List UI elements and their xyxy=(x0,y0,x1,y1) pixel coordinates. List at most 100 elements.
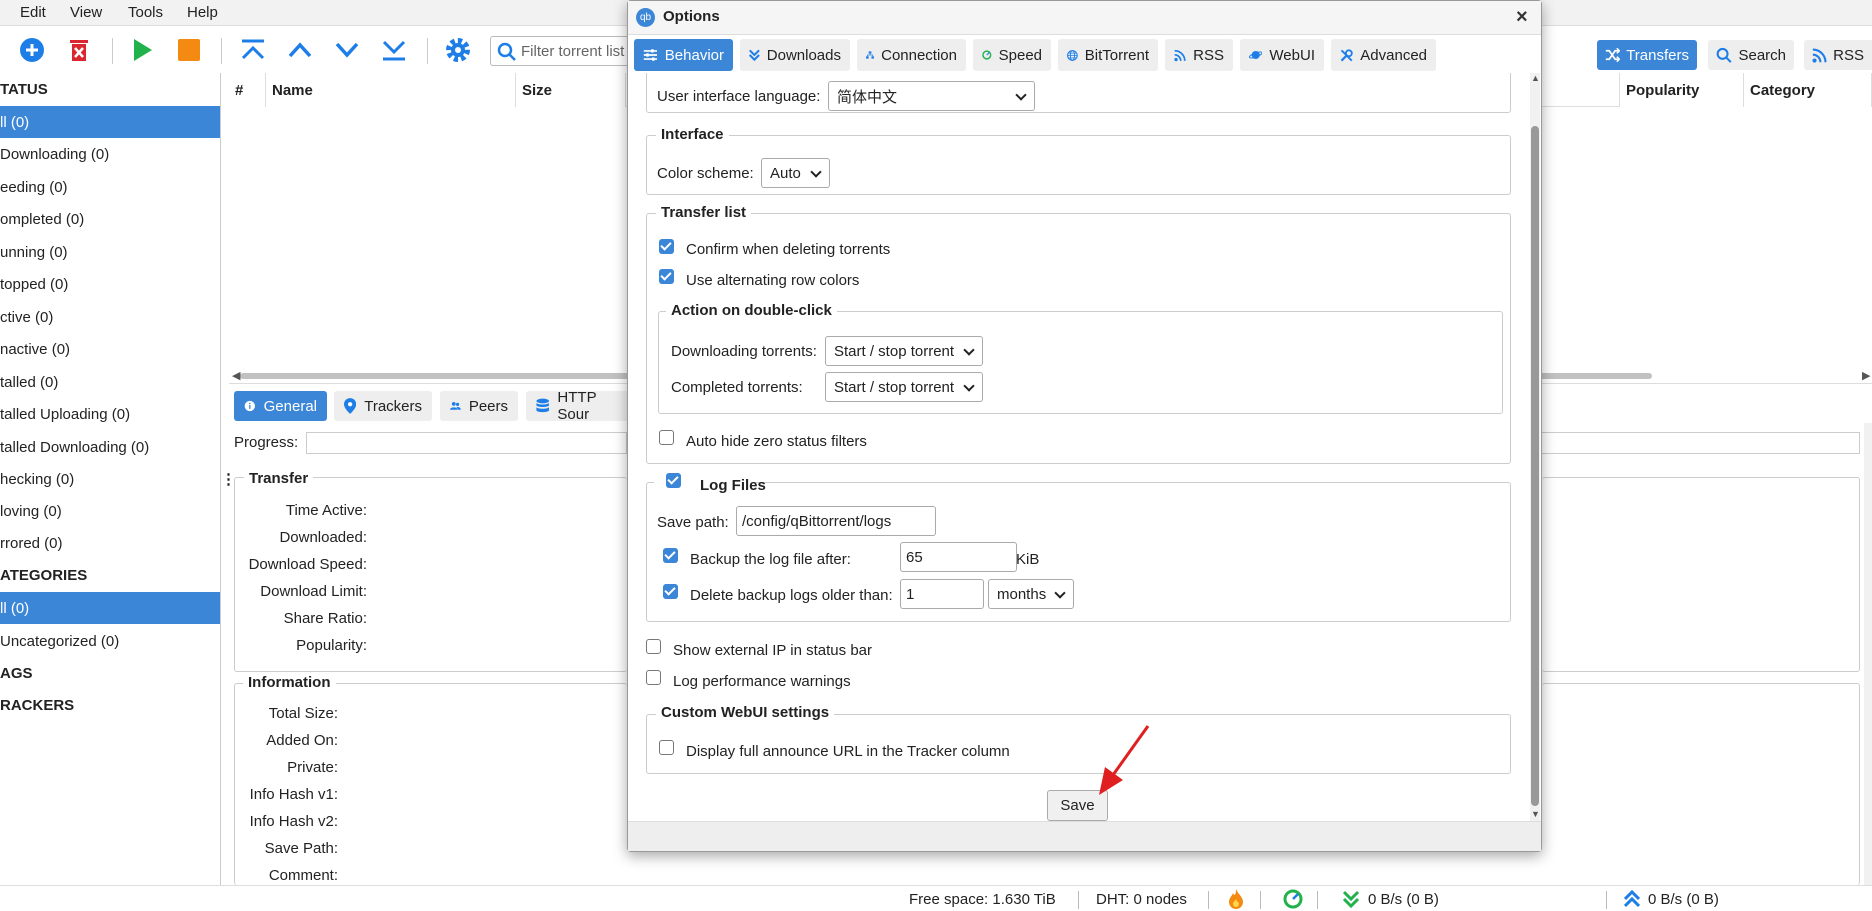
downloading-action-select[interactable]: Start / stop torrent xyxy=(825,336,983,366)
filter-input[interactable]: Filter torrent list xyxy=(490,36,630,66)
auto-hide-checkbox[interactable] xyxy=(659,430,674,445)
sidebar-item-completed[interactable]: ompleted (0) xyxy=(0,203,220,235)
status-bar: Free space: 1.630 TiB DHT: 0 nodes 0 B/s… xyxy=(0,885,1872,911)
sidebar-item-stopped[interactable]: topped (0) xyxy=(0,268,220,300)
log-save-path-input[interactable]: /config/qBittorrent/logs xyxy=(736,506,936,536)
alt-speed-icon[interactable] xyxy=(1228,889,1244,911)
speed-limit-icon[interactable] xyxy=(1283,889,1303,911)
dialog-tab-speed[interactable]: Speed xyxy=(973,39,1051,71)
delete-backup-age-input[interactable]: 1 xyxy=(900,579,984,609)
language-select[interactable]: 简体中文 xyxy=(828,81,1035,111)
add-torrent-button[interactable] xyxy=(18,36,46,64)
scroll-up-icon[interactable]: ▲ xyxy=(1531,73,1540,83)
sidebar-item-all[interactable]: ll (0) xyxy=(0,106,220,138)
dht-text: DHT: 0 nodes xyxy=(1096,891,1187,908)
sidebar-category-all[interactable]: ll (0) xyxy=(0,592,220,624)
delete-backup-label[interactable]: Delete backup logs older than: xyxy=(690,587,893,604)
log-performance-label[interactable]: Log performance warnings xyxy=(673,673,851,690)
full-announce-label[interactable]: Display full announce URL in the Tracker… xyxy=(686,743,1010,760)
dialog-tab-advanced[interactable]: Advanced xyxy=(1331,39,1436,71)
sidebar-item-checking[interactable]: hecking (0) xyxy=(0,463,220,495)
dialog-tab-behavior[interactable]: Behavior xyxy=(634,39,733,71)
dialog-tab-connection[interactable]: Connection xyxy=(857,39,966,71)
free-space-text: Free space: 1.630 TiB xyxy=(909,891,1056,908)
scroll-right-icon[interactable]: ▶ xyxy=(1862,369,1870,382)
backup-log-checkbox[interactable] xyxy=(663,548,678,563)
stop-button[interactable] xyxy=(175,36,203,64)
move-up-button[interactable] xyxy=(286,36,314,64)
alternating-rows-label[interactable]: Use alternating row colors xyxy=(686,272,859,289)
column-size[interactable]: Size xyxy=(516,73,626,107)
column-name[interactable]: Name xyxy=(266,73,516,107)
log-files-legend[interactable]: Log Files xyxy=(700,477,766,494)
completed-torrents-label: Completed torrents: xyxy=(671,379,803,396)
dialog-tab-webui[interactable]: WebUI xyxy=(1240,39,1324,71)
sidebar-item-errored[interactable]: rrored (0) xyxy=(0,527,220,559)
sidebar-trackers-header[interactable]: RACKERS xyxy=(0,689,220,721)
auto-hide-label[interactable]: Auto hide zero status filters xyxy=(686,433,867,450)
panel-tab-http-sources[interactable]: HTTP Sour xyxy=(526,389,630,423)
menu-edit[interactable]: Edit xyxy=(20,4,46,21)
dialog-tab-downloads[interactable]: Downloads xyxy=(740,39,850,71)
full-announce-checkbox[interactable] xyxy=(659,740,674,755)
log-performance-checkbox[interactable] xyxy=(646,670,661,685)
information-fieldset-right xyxy=(1542,683,1860,885)
dialog-scrollbar-thumb[interactable] xyxy=(1531,126,1539,806)
sidebar-item-downloading[interactable]: Downloading (0) xyxy=(0,138,220,170)
delete-backup-checkbox[interactable] xyxy=(663,584,678,599)
start-button[interactable] xyxy=(128,36,156,64)
options-button[interactable] xyxy=(444,36,472,64)
backup-size-input[interactable]: 65 xyxy=(900,542,1017,572)
sidebar-item-stalled[interactable]: talled (0) xyxy=(0,366,220,398)
tab-rss[interactable]: RSS xyxy=(1804,40,1872,70)
sidebar-item-running[interactable]: unning (0) xyxy=(0,236,220,268)
double-click-fieldset xyxy=(658,311,1503,414)
dialog-tab-rss[interactable]: RSS xyxy=(1165,39,1233,71)
status-separator xyxy=(1208,891,1209,909)
move-down-button[interactable] xyxy=(333,36,361,64)
alternating-rows-checkbox[interactable] xyxy=(659,269,674,284)
menu-view[interactable]: View xyxy=(70,4,102,21)
panel-scrollbar[interactable] xyxy=(1864,423,1872,885)
sidebar-tags-header[interactable]: AGS xyxy=(0,657,220,689)
delete-torrent-button[interactable] xyxy=(65,36,93,64)
sidebar-item-seeding[interactable]: eeding (0) xyxy=(0,171,220,203)
show-external-ip-checkbox[interactable] xyxy=(646,639,661,654)
column-popularity[interactable]: Popularity xyxy=(1619,73,1744,107)
completed-action-select[interactable]: Start / stop torrent xyxy=(825,372,983,402)
sidebar-item-stalled-uploading[interactable]: talled Uploading (0) xyxy=(0,398,220,430)
move-bottom-button[interactable] xyxy=(380,36,408,64)
panel-tab-general[interactable]: General xyxy=(234,391,327,421)
menu-tools[interactable]: Tools xyxy=(128,4,163,21)
backup-log-label[interactable]: Backup the log file after: xyxy=(690,551,851,568)
menu-help[interactable]: Help xyxy=(187,4,218,21)
panel-tab-trackers[interactable]: Trackers xyxy=(334,391,432,421)
sidebar-item-active[interactable]: ctive (0) xyxy=(0,301,220,333)
toolbar-separator xyxy=(427,38,428,64)
delete-backup-unit-select[interactable]: months xyxy=(988,579,1074,609)
double-click-legend: Action on double-click xyxy=(666,302,837,319)
tab-transfers[interactable]: Transfers xyxy=(1597,40,1697,70)
move-top-button[interactable] xyxy=(239,36,267,64)
transfer-fieldset-right xyxy=(1542,477,1860,672)
confirm-delete-label[interactable]: Confirm when deleting torrents xyxy=(686,241,890,258)
sidebar-item-moving[interactable]: loving (0) xyxy=(0,495,220,527)
dialog-tab-bittorrent[interactable]: BitTorrent xyxy=(1058,39,1158,71)
panel-tab-peers[interactable]: Peers xyxy=(440,391,518,421)
sidebar-item-inactive[interactable]: nactive (0) xyxy=(0,333,220,365)
sidebar-item-stalled-downloading[interactable]: talled Downloading (0) xyxy=(0,431,220,463)
close-icon[interactable]: × xyxy=(1516,6,1528,29)
column-category[interactable]: Category xyxy=(1744,73,1872,107)
color-scheme-select[interactable]: Auto xyxy=(761,158,830,188)
bottom-icon xyxy=(382,40,406,61)
column-number[interactable]: # xyxy=(229,73,266,107)
confirm-delete-checkbox[interactable] xyxy=(659,239,674,254)
sidebar-categories-header[interactable]: ATEGORIES xyxy=(0,559,220,591)
dialog-titlebar[interactable]: qb Options × xyxy=(628,1,1541,35)
scroll-down-icon[interactable]: ▼ xyxy=(1531,809,1540,819)
sidebar-category-uncategorized[interactable]: Uncategorized (0) xyxy=(0,625,220,657)
log-files-checkbox[interactable] xyxy=(666,473,681,488)
tab-search[interactable]: Search xyxy=(1708,40,1794,70)
scroll-left-icon[interactable]: ◀ xyxy=(232,369,240,382)
show-external-ip-label[interactable]: Show external IP in status bar xyxy=(673,642,872,659)
